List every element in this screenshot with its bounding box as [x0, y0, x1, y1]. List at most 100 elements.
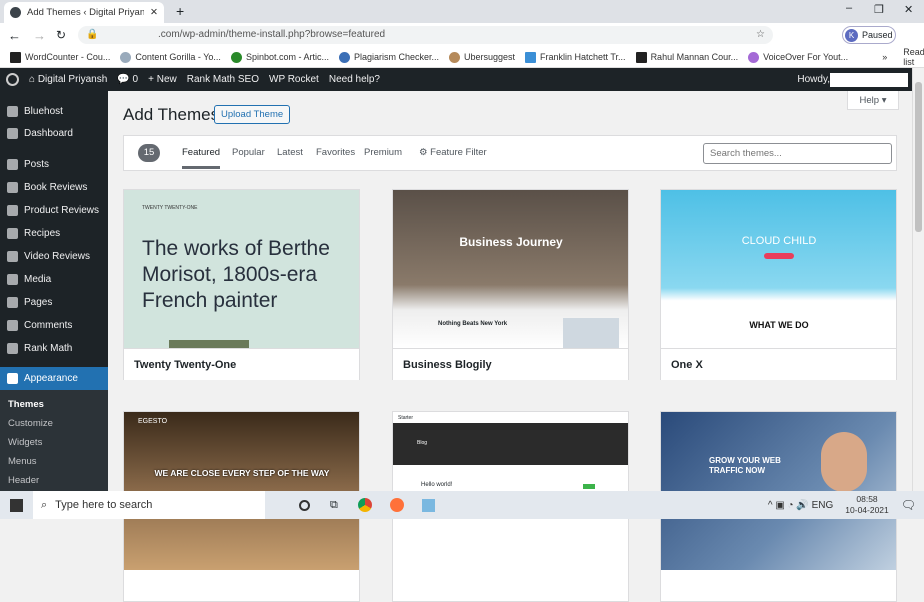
filter-bar: 15 Featured Popular Latest Favorites Pre…	[123, 135, 897, 171]
bookmark[interactable]: Franklin Hatchett Tr...	[525, 51, 626, 63]
tab-favorites[interactable]: Favorites	[316, 147, 355, 158]
sidebar-item-comments[interactable]: Comments	[0, 315, 108, 335]
tab-latest[interactable]: Latest	[277, 147, 303, 158]
brush-icon	[7, 373, 18, 384]
pin-icon	[7, 158, 18, 170]
theme-screenshot: CLOUD CHILD WHAT WE DO	[661, 190, 896, 348]
bluehost-icon	[7, 105, 18, 117]
rank-math-icon	[7, 342, 18, 354]
help-button[interactable]: Help ▾	[847, 91, 899, 110]
back-icon[interactable]: ←	[8, 28, 21, 43]
browser-tab[interactable]: Add Themes ‹ Digital Priyansh — ✕	[4, 2, 164, 23]
cortana-icon[interactable]	[299, 499, 310, 511]
sidebar-item-book-reviews[interactable]: Book Reviews	[0, 177, 108, 197]
forward-icon[interactable]: →	[33, 28, 46, 43]
admin-sidebar: Bluehost Dashboard Posts Book Reviews Pr…	[0, 91, 108, 491]
close-tab-icon[interactable]: ✕	[150, 7, 158, 18]
star-icon[interactable]: ☆	[756, 26, 765, 44]
comments-link[interactable]: 💬 0	[117, 74, 138, 85]
submenu-header[interactable]: Header	[8, 475, 39, 486]
bookmark[interactable]: VoiceOver For Yout...	[748, 51, 848, 63]
bookmarks-bar: WordCounter - Cou... Content Gorilla - Y…	[0, 47, 924, 68]
howdy-account[interactable]: Howdy,	[797, 72, 908, 87]
main-content: Add Themes Upload Theme Help ▾ 15 Featur…	[108, 91, 912, 602]
search-themes-input[interactable]	[703, 143, 892, 164]
upload-theme-button[interactable]: Upload Theme	[214, 105, 291, 124]
restore-button[interactable]: ❐	[874, 3, 884, 16]
theme-card[interactable]: CLOUD CHILD WHAT WE DO One X	[660, 189, 897, 380]
clock[interactable]: 08:58 10-04-2021	[845, 494, 888, 516]
bookmark[interactable]: Spinbot.com - Artic...	[230, 51, 329, 63]
theme-screenshot: TWENTY TWENTY-ONE The works of Berthe Mo…	[124, 190, 359, 348]
system-tray[interactable]: ^ ▣ ◔ 🔊 ENG	[768, 500, 833, 511]
minimize-button[interactable]: –	[846, 2, 852, 14]
bookmark[interactable]: Ubersuggest	[449, 51, 515, 63]
sidebar-item-dashboard[interactable]: Dashboard	[0, 123, 108, 143]
tab-premium[interactable]: Premium	[364, 147, 402, 158]
task-view-icon[interactable]: ⧉	[330, 499, 338, 512]
profile-status: Paused	[862, 30, 893, 40]
firefox-icon[interactable]	[389, 498, 404, 512]
avatar: K	[845, 28, 858, 42]
url-input[interactable]: 🔒 .com/wp-admin/theme-install.php?browse=…	[78, 26, 773, 44]
close-window-button[interactable]: ✕	[904, 3, 913, 16]
tab-featured[interactable]: Featured	[182, 147, 221, 169]
pin-icon	[7, 181, 18, 193]
wp-admin-bar: ⌂ Digital Priyansh 💬 0 + New Rank Math S…	[0, 68, 912, 91]
sidebar-item-appearance[interactable]: Appearance	[0, 367, 108, 390]
new-tab-button[interactable]: +	[176, 3, 184, 19]
theme-name: Twenty Twenty-One	[124, 348, 359, 380]
new-link[interactable]: + New	[148, 74, 177, 85]
theme-name: One X	[661, 348, 896, 380]
page-title: Add Themes	[123, 105, 220, 124]
sidebar-item-posts[interactable]: Posts	[0, 154, 108, 174]
bookmark[interactable]: Rahul Mannan Cour...	[635, 51, 738, 63]
lock-icon: 🔒	[86, 29, 99, 40]
media-icon	[7, 273, 18, 285]
profile-button[interactable]: K Paused	[842, 26, 896, 44]
more-bookmarks[interactable]: »	[882, 52, 887, 62]
need-help-link[interactable]: Need help?	[329, 74, 380, 85]
theme-card[interactable]: TWENTY TWENTY-ONE The works of Berthe Mo…	[123, 189, 360, 380]
sidebar-item-product-reviews[interactable]: Product Reviews	[0, 200, 108, 220]
url-text: .com/wp-admin/theme-install.php?browse=f…	[158, 29, 386, 40]
theme-card[interactable]: Business Journey Nothing Beats New York …	[392, 189, 629, 380]
rank-math-link[interactable]: Rank Math SEO	[187, 74, 259, 85]
wp-rocket-link[interactable]: WP Rocket	[269, 74, 319, 85]
submenu-widgets[interactable]: Widgets	[8, 437, 42, 448]
taskbar-search[interactable]: ⌕ Type here to search	[33, 491, 265, 519]
windows-taskbar: ⌕ Type here to search ⧉ ^ ▣ ◔ 🔊 ENG 08:58…	[0, 491, 924, 519]
theme-count-badge: 15	[138, 144, 160, 162]
app-icon[interactable]	[421, 498, 435, 512]
sidebar-item-media[interactable]: Media	[0, 269, 108, 289]
tab-title: Add Themes ‹ Digital Priyansh —	[27, 7, 145, 18]
sidebar-item-bluehost[interactable]: Bluehost	[0, 101, 108, 121]
sidebar-item-video-reviews[interactable]: Video Reviews	[0, 246, 108, 266]
scrollbar[interactable]	[912, 68, 924, 491]
dashboard-icon	[7, 127, 18, 139]
submenu-menus[interactable]: Menus	[8, 456, 37, 467]
sidebar-item-rank-math[interactable]: Rank Math	[0, 338, 108, 358]
reading-list[interactable]: Reading list	[903, 47, 924, 67]
tab-popular[interactable]: Popular	[232, 147, 265, 158]
theme-name: Business Blogily	[393, 348, 628, 380]
bookmark[interactable]: Content Gorilla - Yo...	[120, 51, 221, 63]
search-icon: ⌕	[41, 498, 48, 511]
sidebar-item-pages[interactable]: Pages	[0, 292, 108, 312]
windows-start-icon[interactable]	[10, 498, 23, 512]
bookmark[interactable]: Plagiarism Checker...	[338, 51, 439, 63]
chrome-icon[interactable]	[357, 498, 372, 512]
pin-icon	[7, 227, 18, 239]
bookmark[interactable]: WordCounter - Cou...	[10, 51, 110, 63]
notifications-icon[interactable]: 🗨	[901, 498, 916, 512]
wordpress-icon	[10, 7, 21, 18]
site-link[interactable]: ⌂ Digital Priyansh	[29, 74, 107, 85]
reload-icon[interactable]: ↻	[56, 28, 66, 42]
sidebar-item-recipes[interactable]: Recipes	[0, 223, 108, 243]
gear-icon: ⚙	[419, 147, 428, 158]
submenu-customize[interactable]: Customize	[8, 418, 53, 429]
submenu-themes[interactable]: Themes	[8, 399, 44, 410]
wordpress-logo-icon[interactable]	[6, 73, 19, 86]
feature-filter-button[interactable]: ⚙ Feature Filter	[419, 147, 487, 158]
comments-icon	[7, 319, 18, 331]
